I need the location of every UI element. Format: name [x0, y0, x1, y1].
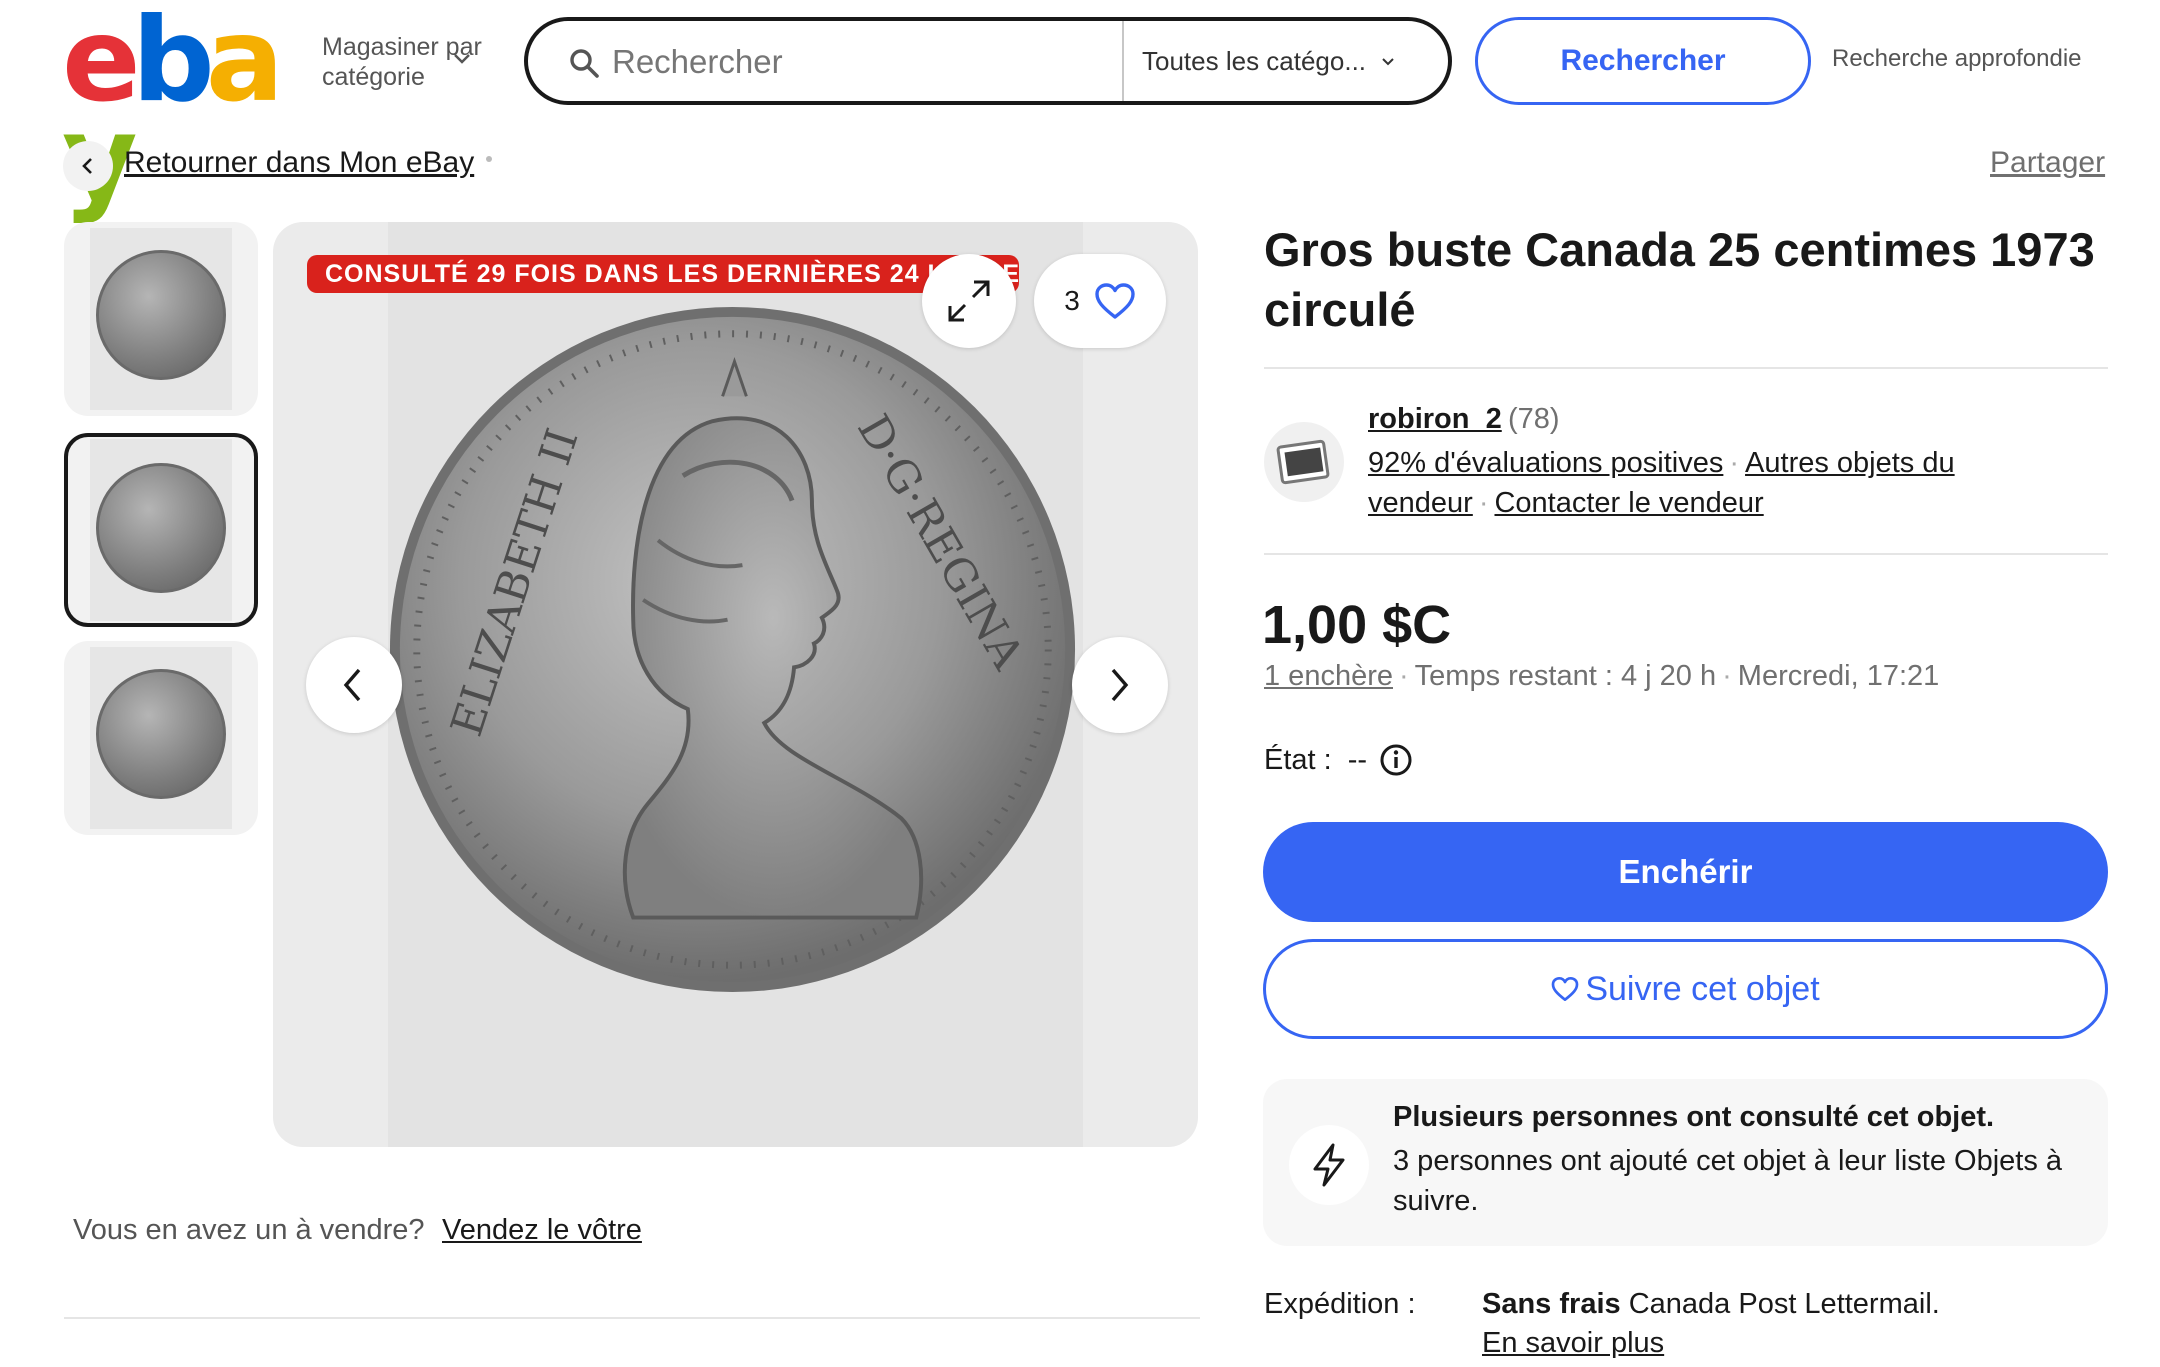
- search-divider: [1122, 21, 1124, 101]
- logo-letter-a: a: [205, 0, 284, 128]
- search-input[interactable]: [612, 41, 1032, 83]
- shipping-free: Sans frais: [1482, 1288, 1621, 1320]
- shipping-more-link[interactable]: En savoir plus: [1482, 1327, 1664, 1360]
- heart-icon: [1551, 977, 1579, 1002]
- thumbnail-photo: [90, 647, 232, 829]
- watch-count-button[interactable]: 3: [1034, 254, 1166, 348]
- info-icon[interactable]: [1379, 743, 1413, 777]
- thumbnail-3[interactable]: [64, 641, 258, 835]
- separator-dot: ·: [1478, 487, 1489, 519]
- coin-reverse-thumb: [96, 250, 226, 380]
- end-time: Mercredi, 17:21: [1737, 660, 1940, 692]
- divider: [1264, 553, 2108, 555]
- separator-dot: ·: [1722, 660, 1732, 692]
- lightning-icon: [1313, 1143, 1345, 1187]
- bid-info: 1 enchère · Temps restant : 4 j 20 h · Mercr…: [1264, 660, 1939, 693]
- back-to-my-ebay-link[interactable]: Retourner dans Mon eBay: [124, 146, 474, 180]
- popularity-notice: Plusieurs personnes ont consulté cet obj…: [1263, 1079, 2108, 1246]
- chevron-left-icon: [82, 158, 92, 174]
- popularity-text: 3 personnes ont ajouté cet objet à leur …: [1393, 1145, 2063, 1217]
- category-select[interactable]: Toutes les catégo...: [1142, 21, 1442, 101]
- coin-obverse-thumb: [96, 463, 226, 593]
- separator-dot: ·: [1729, 447, 1740, 479]
- time-left: Temps restant : 4 j 20 h: [1414, 660, 1717, 692]
- shop-by-category[interactable]: Magasiner par catégorie: [322, 32, 502, 92]
- share-link[interactable]: Partager: [1990, 146, 2105, 180]
- item-title: Gros buste Canada 25 centimes 1973 circu…: [1264, 223, 2095, 336]
- search-button[interactable]: Rechercher: [1475, 17, 1811, 105]
- expand-icon: [948, 280, 990, 322]
- heart-icon: [1095, 283, 1135, 319]
- previous-image-button[interactable]: [306, 637, 402, 733]
- next-image-button[interactable]: [1072, 637, 1168, 733]
- search-bar: Toutes les catégo...: [524, 17, 1452, 105]
- thumbnail-2[interactable]: [64, 433, 258, 627]
- photo-placeholder-icon: [1276, 439, 1330, 485]
- coin-image: ELIZABETH II D·G·REGINA: [389, 306, 1076, 993]
- positive-feedback-link[interactable]: 92% d'évaluations positives: [1368, 447, 1723, 479]
- divider: [64, 1317, 1200, 1319]
- seller-feedback-count: (78): [1508, 403, 1560, 435]
- seller-name-link[interactable]: robiron_2: [1368, 403, 1502, 436]
- chevron-down-icon: [454, 54, 470, 64]
- ebay-logo[interactable]: ebay: [62, 0, 302, 217]
- shipping-method: Canada Post Lettermail.: [1628, 1288, 1940, 1320]
- bids-link[interactable]: 1 enchère: [1264, 660, 1393, 692]
- condition-row: État : --: [1264, 743, 1413, 777]
- thumbnail-photo: [90, 228, 232, 410]
- views-badge: CONSULTÉ 29 FOIS DANS LES DERNIÈRES 24 H…: [307, 255, 1019, 293]
- chevron-right-icon: [1111, 668, 1129, 702]
- separator-dot: ·: [1399, 660, 1409, 692]
- chevron-left-icon: [343, 668, 361, 702]
- condition-value: --: [1347, 743, 1368, 776]
- watch-count: 3: [1064, 285, 1080, 316]
- condition-label: État :: [1264, 743, 1332, 776]
- back-button[interactable]: [63, 141, 113, 191]
- thumbnail-1[interactable]: [64, 222, 258, 416]
- logo-letter-b: b: [131, 0, 215, 128]
- shipping-label: Expédition :: [1264, 1288, 1416, 1320]
- chevron-down-icon: [1382, 58, 1394, 66]
- watch-item-label: Suivre cet objet: [1585, 969, 1820, 1008]
- search-icon: [570, 49, 599, 78]
- seller-avatar[interactable]: [1264, 422, 1344, 502]
- popularity-title: Plusieurs personnes ont consulté cet obj…: [1393, 1101, 1995, 1133]
- place-bid-button[interactable]: Enchérir: [1263, 822, 2108, 922]
- main-product-image[interactable]: ELIZABETH II D·G·REGINA: [273, 222, 1198, 1147]
- watch-item-button[interactable]: Suivre cet objet: [1263, 939, 2108, 1039]
- breadcrumb-separator: [486, 156, 492, 162]
- advanced-search-link[interactable]: Recherche approfondie: [1832, 45, 2082, 73]
- thumbnail-photo: [90, 439, 232, 621]
- coin-reverse-thumb: [96, 669, 226, 799]
- divider: [1264, 367, 2108, 369]
- category-select-label: Toutes les catégo...: [1142, 45, 1367, 76]
- contact-seller-link[interactable]: Contacter le vendeur: [1494, 487, 1763, 519]
- item-price: 1,00 $C: [1262, 595, 1452, 655]
- seller-links: 92% d'évaluations positives · Autres objet…: [1368, 443, 2108, 523]
- sell-yours-link[interactable]: Vendez le vôtre: [442, 1214, 642, 1247]
- shipping-value: Sans frais Canada Post Lettermail.: [1482, 1288, 1940, 1321]
- expand-image-button[interactable]: [922, 254, 1016, 348]
- bolt-badge: [1289, 1125, 1369, 1205]
- sell-question: Vous en avez un à vendre?: [73, 1214, 425, 1246]
